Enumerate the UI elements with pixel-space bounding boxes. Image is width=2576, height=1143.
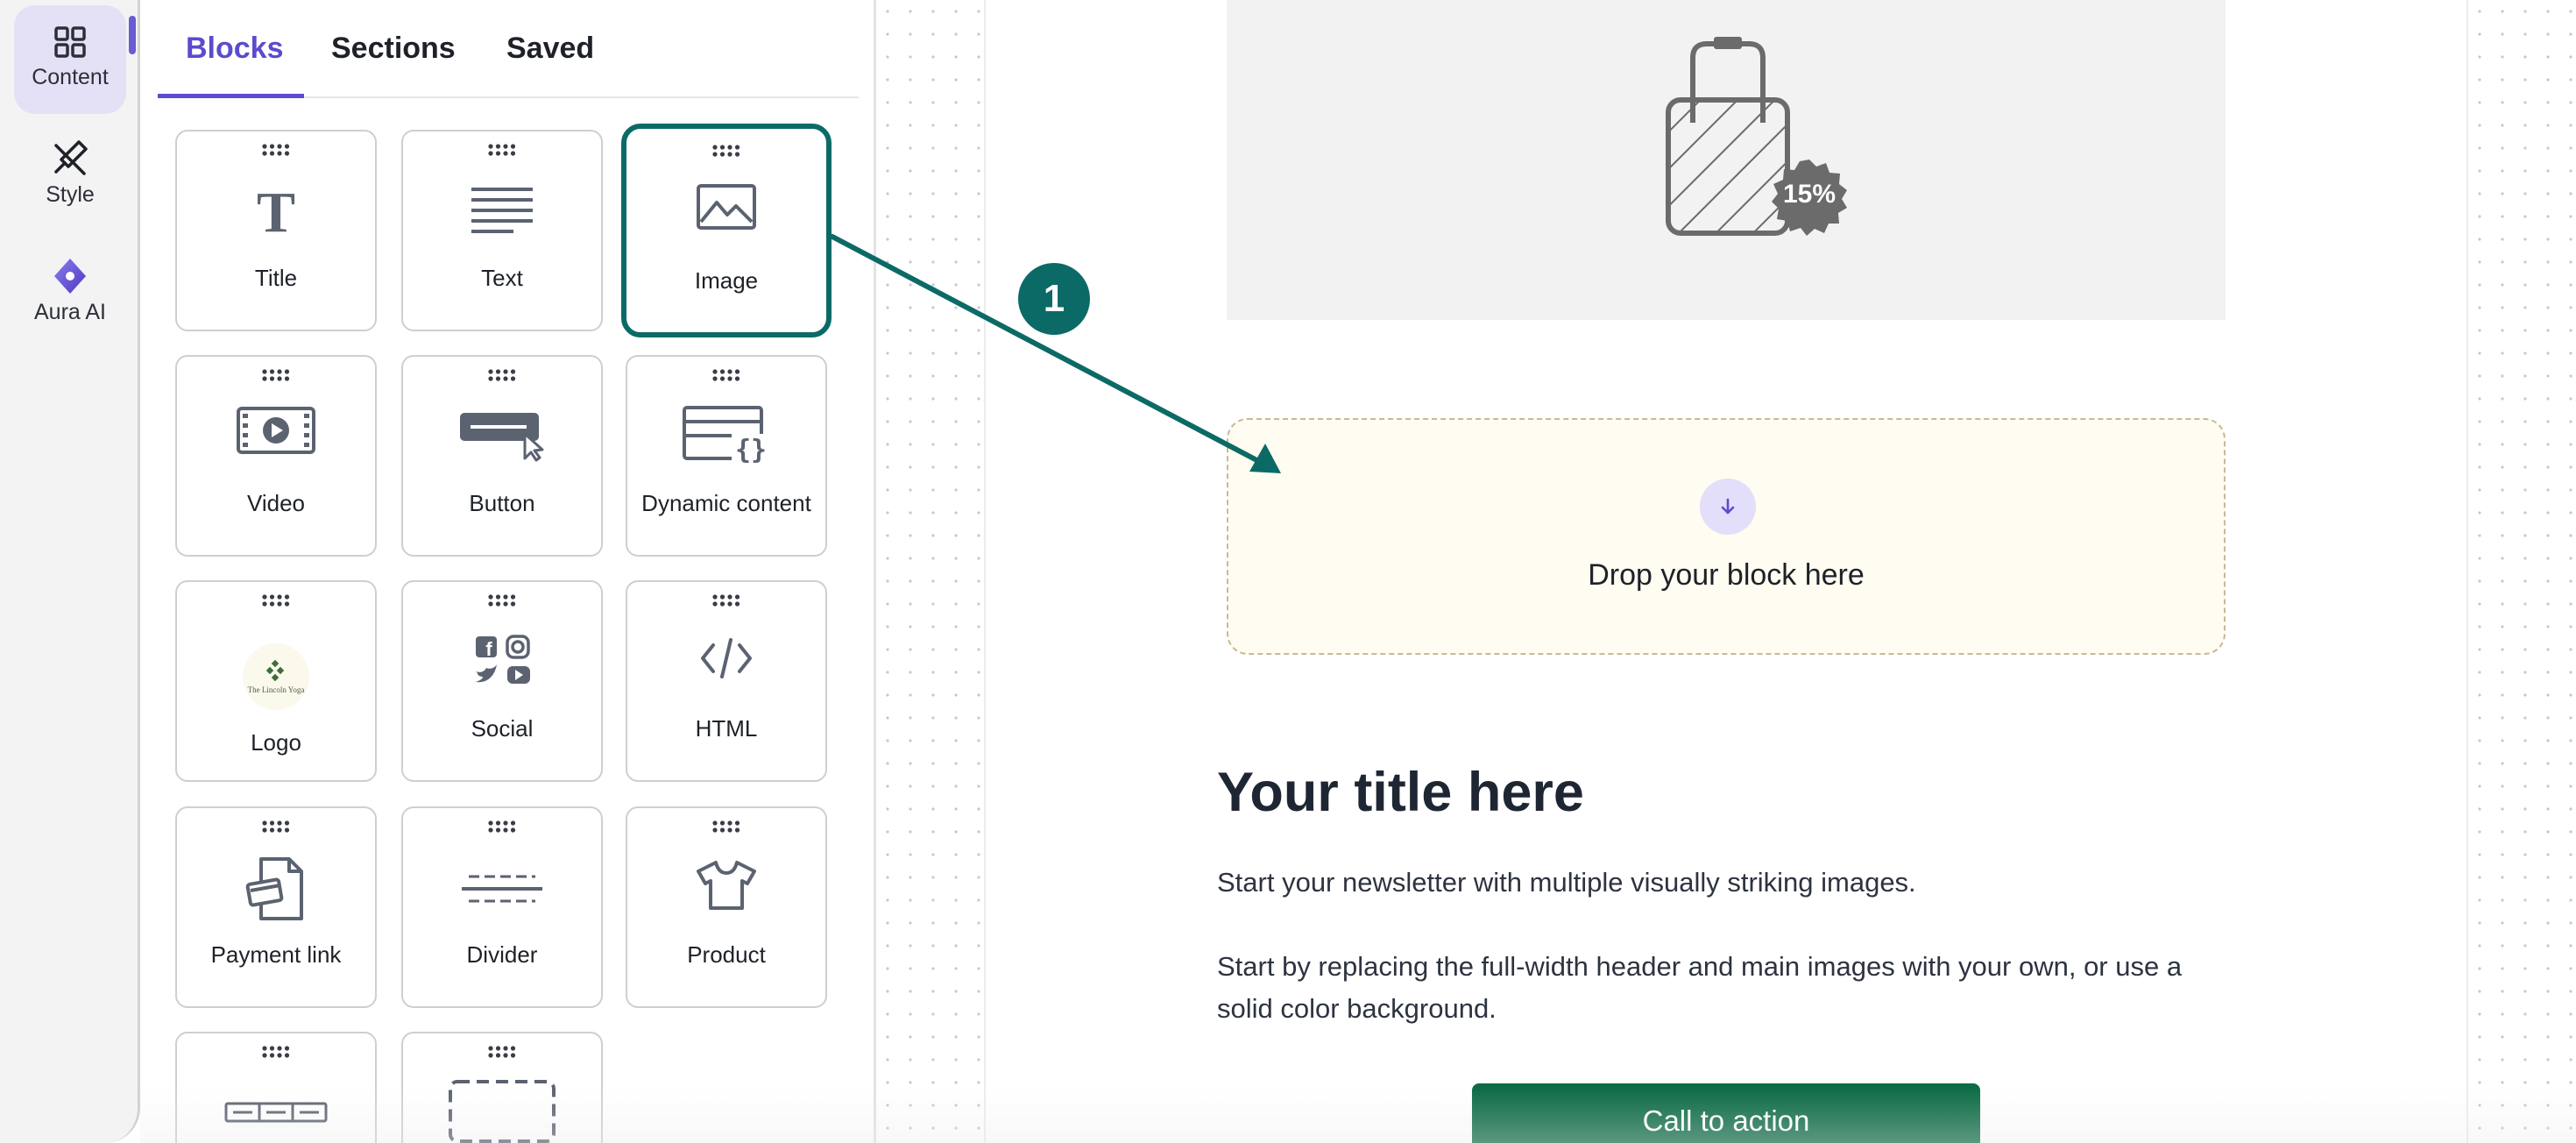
step-number-badge: 1 <box>1018 263 1090 335</box>
drag-arrow-annotation <box>830 234 1281 473</box>
